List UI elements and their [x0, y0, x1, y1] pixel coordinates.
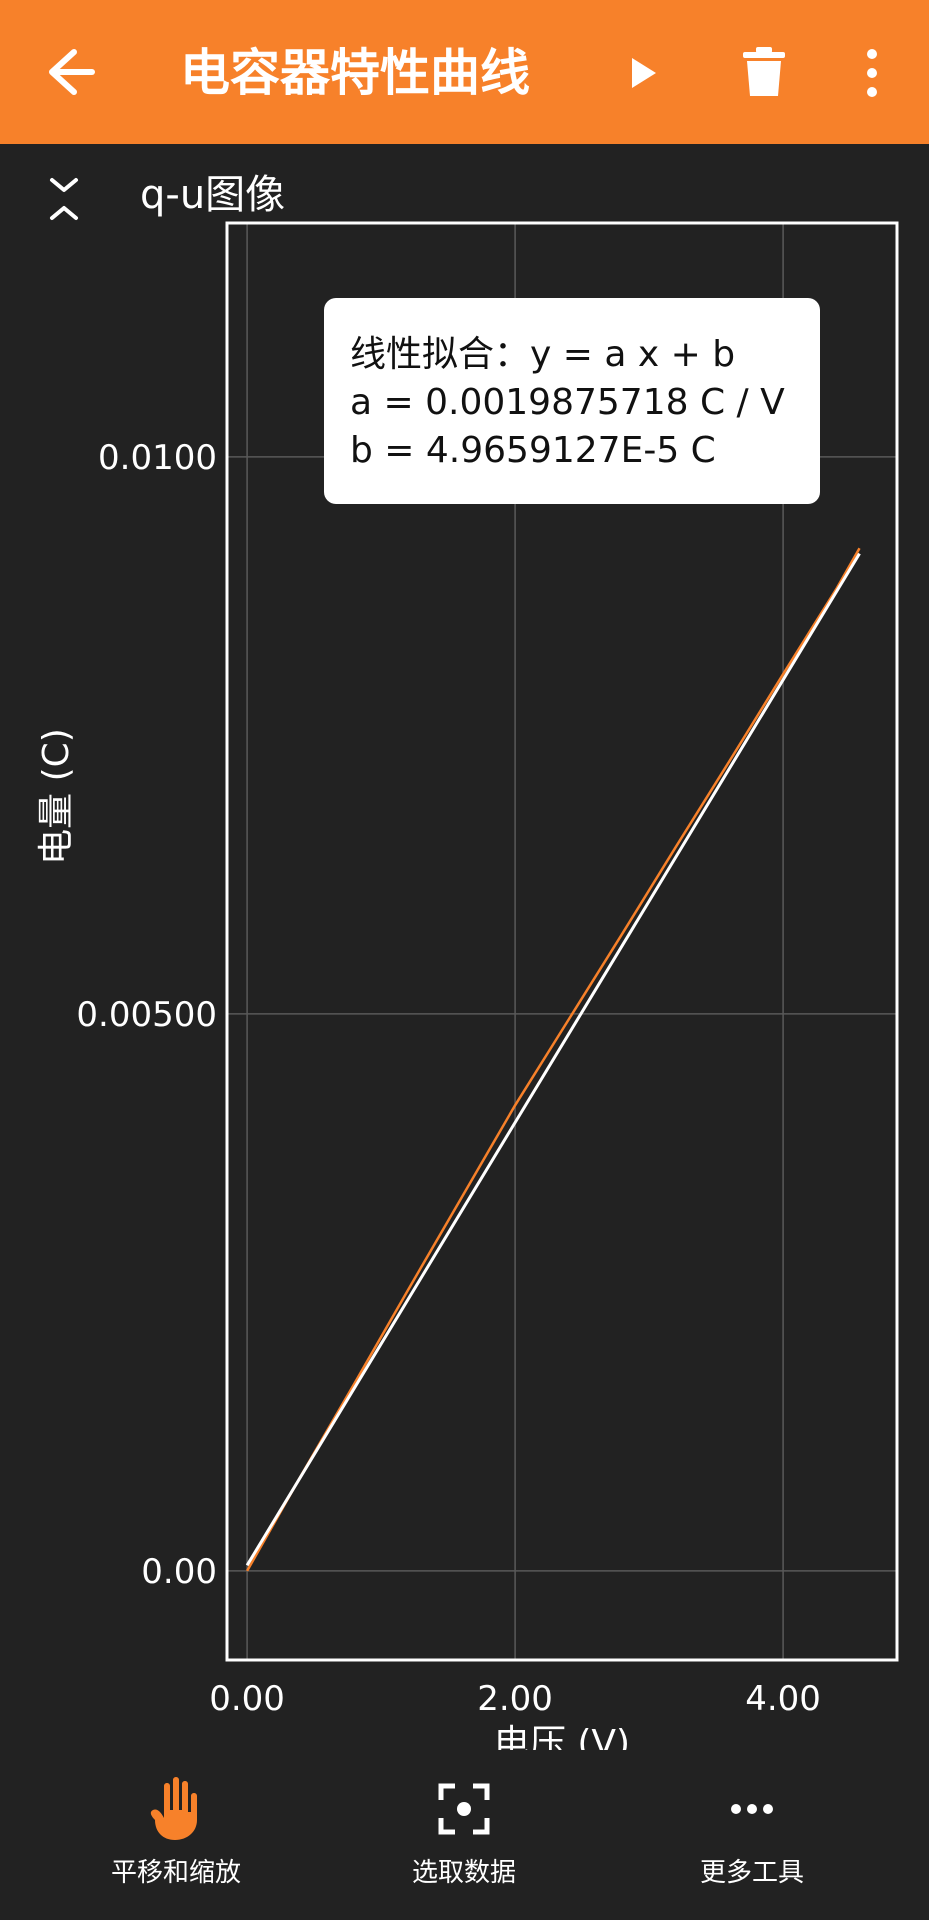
linear-fit-line: [245, 552, 861, 1567]
linear-fit-box: 线性拟合：y = a x + b a = 0.0019875718 C / V …: [324, 298, 820, 504]
y-tick-label: 0.00500: [76, 995, 217, 1035]
y-tick-label: 0.00: [141, 1552, 217, 1592]
pan-zoom-label: 平移和缩放: [110, 1858, 241, 1888]
x-axis-label: 电压 (V): [494, 1723, 630, 1750]
more-tools-label: 更多工具: [699, 1858, 804, 1888]
y-tick-label: 0.0100: [98, 438, 217, 478]
fit-intercept: b = 4.9659127E-5 C: [350, 430, 716, 471]
fit-equation: 线性拟合：y = a x + b: [350, 334, 736, 375]
more-horiz-icon: [731, 1804, 773, 1814]
fit-slope: a = 0.0019875718 C / V: [350, 382, 785, 423]
pan-zoom-button[interactable]: 平移和缩放: [46, 1760, 306, 1900]
x-tick-label: 4.00: [745, 1679, 821, 1719]
x-tick-label: 0.00: [209, 1679, 285, 1719]
top-app-bar: 电容器特性曲线: [0, 0, 929, 144]
x-tick-label: 2.00: [477, 1679, 553, 1719]
y-axis-label: 电量 (C): [36, 728, 77, 865]
more-vert-icon[interactable]: [862, 48, 882, 98]
arrow-left-icon[interactable]: [44, 46, 96, 98]
more-tools-button[interactable]: 更多工具: [622, 1760, 882, 1900]
trash-icon[interactable]: [742, 46, 786, 98]
select-data-button[interactable]: 选取数据: [334, 1760, 594, 1900]
bottom-toolbar: 平移和缩放 选取数据 更多工具: [0, 1760, 929, 1920]
select-data-icon: [438, 1783, 490, 1835]
app-root: 电容器特性曲线 q-u图像 0.00 2.00 4.00 0.00 0.00500 0.0…: [0, 0, 929, 1920]
play-icon[interactable]: [626, 56, 660, 90]
select-data-label: 选取数据: [411, 1858, 516, 1888]
hand-icon: [150, 1777, 197, 1840]
page-title: 电容器特性曲线: [180, 44, 530, 102]
